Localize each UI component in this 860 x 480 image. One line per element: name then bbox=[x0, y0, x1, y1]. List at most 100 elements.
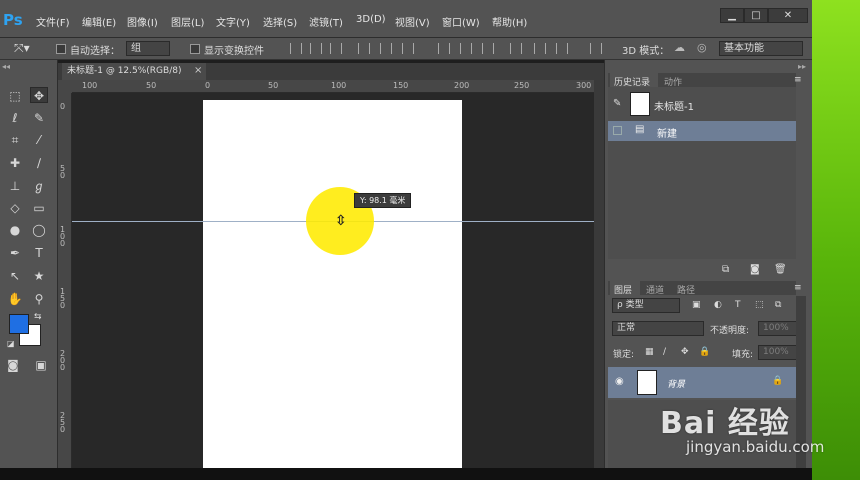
eyedropper-tool-icon[interactable]: ⁄ bbox=[30, 132, 48, 148]
healing-brush-tool-icon[interactable]: ✚ bbox=[6, 155, 24, 171]
menu-help[interactable]: 帮助(H) bbox=[492, 14, 527, 29]
3d-roll-icon[interactable]: ◎ bbox=[697, 41, 707, 54]
ruler-label: 100 bbox=[60, 225, 66, 248]
foreground-color-swatch[interactable] bbox=[9, 314, 29, 334]
ruler-label: 100 bbox=[82, 81, 98, 90]
auto-select-checkbox[interactable] bbox=[56, 44, 66, 54]
stamp-tool-icon[interactable]: ⊥ bbox=[6, 178, 24, 194]
move-tool-preset-icon[interactable]: ⤧▾ bbox=[14, 41, 30, 56]
auto-select-label: 自动选择： bbox=[70, 46, 120, 57]
lock-transparent-icon[interactable]: ▦ bbox=[645, 347, 654, 357]
filter-shape-icon[interactable]: ⬚ bbox=[755, 300, 764, 310]
filter-adjustment-icon[interactable]: ◐ bbox=[714, 300, 722, 310]
show-transform-checkbox[interactable] bbox=[190, 44, 200, 54]
filter-pixel-icon[interactable]: ▣ bbox=[692, 300, 701, 310]
minimize-button[interactable]: ▁ bbox=[720, 8, 744, 23]
document-scrollbar[interactable] bbox=[594, 80, 604, 468]
camera-snapshot-icon[interactable]: ◙ bbox=[750, 264, 760, 275]
brush-tool-icon[interactable]: ∕ bbox=[30, 155, 48, 171]
pen-tool-icon[interactable]: ✒ bbox=[6, 245, 24, 261]
distribute-bottom-icon[interactable] bbox=[482, 43, 494, 54]
ruler-label: 250 bbox=[60, 411, 66, 434]
screen-mode-icon[interactable]: ▣ bbox=[32, 357, 50, 373]
auto-align-icon[interactable] bbox=[590, 43, 602, 54]
lock-position-icon[interactable]: ✥ bbox=[681, 347, 689, 357]
menu-select[interactable]: 选择(S) bbox=[263, 14, 297, 29]
distribute-right-icon[interactable] bbox=[556, 43, 568, 54]
menu-type[interactable]: 文字(Y) bbox=[216, 14, 250, 29]
document-tab-title: 未标题-1 @ 12.5%(RGB/8) bbox=[67, 66, 182, 76]
tab-paths[interactable]: 路径 bbox=[677, 283, 695, 296]
lock-all-icon[interactable]: 🔒 bbox=[699, 347, 710, 357]
ruler-label: 0 bbox=[205, 81, 211, 90]
menu-3d[interactable]: 3D(D) bbox=[356, 14, 386, 25]
maximize-button[interactable]: □ bbox=[744, 8, 768, 23]
close-window-button[interactable]: ✕ bbox=[768, 8, 808, 23]
filter-smart-object-icon[interactable]: ⧉ bbox=[775, 300, 781, 310]
blend-mode-dropdown[interactable]: 正常 bbox=[612, 321, 704, 336]
ruler-label: 50 bbox=[268, 81, 279, 90]
distribute-left-icon[interactable] bbox=[510, 43, 522, 54]
new-document-from-state-icon[interactable]: ⧉ bbox=[722, 264, 729, 275]
collapse-panels-icon[interactable]: ▸▸ bbox=[798, 62, 806, 71]
layers-panel-menu-icon[interactable]: ≡ bbox=[794, 283, 802, 293]
menu-view[interactable]: 视图(V) bbox=[395, 14, 430, 29]
ruler-origin[interactable] bbox=[58, 80, 72, 93]
history-state-checkbox[interactable] bbox=[613, 126, 622, 135]
gradient-tool-icon[interactable]: ▭ bbox=[30, 200, 48, 216]
collapse-toolbox-icon[interactable]: ◂◂ bbox=[2, 62, 10, 71]
align-left-icon[interactable] bbox=[358, 43, 370, 54]
tab-channels[interactable]: 通道 bbox=[646, 283, 664, 296]
distribute-top-icon[interactable] bbox=[438, 43, 450, 54]
workspace-dropdown[interactable]: 基本功能 bbox=[719, 41, 803, 56]
default-colors-icon[interactable]: ◪ bbox=[7, 339, 15, 348]
align-hcenter-icon[interactable] bbox=[380, 43, 392, 54]
swap-colors-icon[interactable]: ⇆ bbox=[34, 312, 42, 322]
layer-filter-dropdown[interactable]: ρ 类型 bbox=[612, 298, 680, 313]
history-item-label: 新建 bbox=[657, 129, 677, 140]
marquee-tool-icon[interactable]: ⬚ bbox=[6, 88, 24, 104]
quick-mask-icon[interactable]: ◙ bbox=[4, 357, 22, 373]
filter-type-icon[interactable]: T bbox=[735, 300, 741, 310]
photoshop-logo[interactable]: Ps bbox=[3, 11, 23, 29]
history-panel-menu-icon[interactable]: ≡ bbox=[794, 75, 802, 85]
quick-select-tool-icon[interactable]: ✎ bbox=[30, 110, 48, 126]
hand-tool-icon[interactable]: ✋ bbox=[6, 291, 24, 307]
fill-label: 填充: bbox=[732, 350, 754, 360]
blur-tool-icon[interactable]: ● bbox=[6, 222, 24, 238]
ruler-label: 50 bbox=[60, 164, 66, 180]
type-tool-icon[interactable]: T bbox=[30, 245, 48, 261]
menu-image[interactable]: 图像(I) bbox=[127, 14, 158, 29]
menu-window[interactable]: 窗口(W) bbox=[442, 14, 480, 29]
lock-pixels-icon[interactable]: ∕ bbox=[663, 347, 666, 357]
history-brush-tool-icon[interactable]: ℊ bbox=[30, 178, 48, 194]
shape-tool-icon[interactable]: ★ bbox=[30, 268, 48, 284]
align-vcenter-icon[interactable] bbox=[310, 43, 322, 54]
align-top-icon[interactable] bbox=[290, 43, 302, 54]
distribute-vcenter-icon[interactable] bbox=[460, 43, 472, 54]
3d-rotate-icon[interactable]: ☁ bbox=[674, 41, 685, 54]
zoom-tool-icon[interactable]: ⚲ bbox=[30, 291, 48, 307]
close-document-icon[interactable]: × bbox=[194, 65, 202, 76]
align-bottom-icon[interactable] bbox=[330, 43, 342, 54]
menu-file[interactable]: 文件(F) bbox=[36, 14, 70, 29]
document-canvas[interactable] bbox=[203, 100, 462, 468]
distribute-hcenter-icon[interactable] bbox=[534, 43, 546, 54]
eraser-tool-icon[interactable]: ◇ bbox=[6, 200, 24, 216]
crop-tool-icon[interactable]: ⌗ bbox=[6, 132, 24, 148]
path-select-tool-icon[interactable]: ↖ bbox=[6, 268, 24, 284]
watermark-url: jingyan.baidu.com bbox=[686, 438, 825, 456]
eye-icon[interactable]: ◉ bbox=[615, 376, 624, 387]
history-brush-source-icon[interactable]: ✎ bbox=[613, 98, 621, 109]
auto-select-dropdown[interactable]: 组 bbox=[126, 41, 170, 56]
lasso-tool-icon[interactable]: ℓ bbox=[6, 110, 24, 126]
delete-history-icon[interactable]: 🗑 bbox=[774, 264, 787, 275]
align-right-icon[interactable] bbox=[402, 43, 414, 54]
menu-layer[interactable]: 图层(L) bbox=[171, 14, 204, 29]
dodge-tool-icon[interactable]: ◯ bbox=[30, 222, 48, 238]
document-tab[interactable]: 未标题-1 @ 12.5%(RGB/8) bbox=[62, 63, 206, 80]
ruler-label: 50 bbox=[146, 81, 157, 90]
menu-edit[interactable]: 编辑(E) bbox=[82, 14, 116, 29]
menu-filter[interactable]: 滤镜(T) bbox=[309, 14, 343, 29]
move-tool-icon[interactable]: ✥ bbox=[30, 87, 48, 103]
